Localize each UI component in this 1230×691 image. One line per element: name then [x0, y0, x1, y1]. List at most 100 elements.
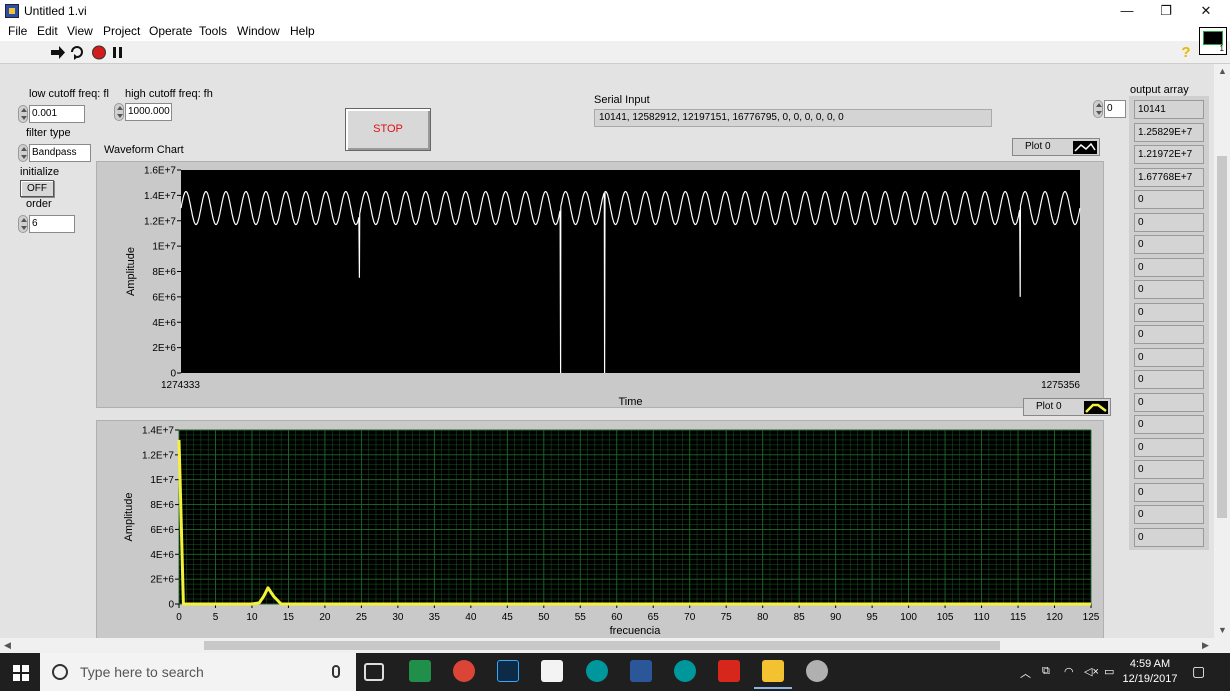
high-cutoff-spinner[interactable] — [114, 103, 124, 121]
output-array-label: output array — [1130, 84, 1189, 96]
notifications-icon[interactable]: ▢ — [1192, 663, 1205, 680]
menu-tools[interactable]: Tools — [199, 24, 227, 38]
scroll-down-arrow-icon[interactable]: ▼ — [1218, 625, 1227, 635]
photoshop-icon[interactable] — [497, 660, 519, 682]
output-array-element: 0 — [1134, 347, 1204, 367]
horizontal-scrollbar[interactable]: ◀ ▶ — [0, 638, 1230, 653]
scroll-left-arrow-icon[interactable]: ◀ — [4, 640, 11, 651]
order-spinner[interactable] — [18, 215, 28, 233]
scroll-up-arrow-icon[interactable]: ▲ — [1218, 66, 1227, 76]
menu-operate[interactable]: Operate — [149, 24, 192, 38]
word-icon[interactable] — [630, 660, 652, 682]
y-tick-label: 1.4E+7 — [142, 426, 174, 437]
x-tick-label: 120 — [1046, 612, 1063, 623]
chrome-icon[interactable] — [453, 660, 475, 682]
minimize-button[interactable]: — — [1107, 1, 1147, 21]
high-cutoff-label: high cutoff freq: fh — [125, 88, 213, 100]
wifi-icon[interactable]: ◠ — [1064, 665, 1074, 678]
vertical-scrollbar[interactable]: ▲ ▼ — [1214, 64, 1230, 638]
x-tick-label: 45 — [502, 612, 514, 623]
tray-chevron-icon[interactable]: ︿ — [1020, 665, 1031, 681]
run-continuously-icon[interactable] — [69, 45, 85, 60]
arduino-icon[interactable] — [586, 660, 608, 682]
x-tick-label: 25 — [356, 612, 368, 623]
windows-start-icon[interactable] — [13, 665, 29, 681]
task-view-icon[interactable] — [364, 663, 384, 681]
x-axis-title: Time — [618, 396, 642, 408]
abort-icon[interactable] — [91, 45, 107, 60]
scroll-right-arrow-icon[interactable]: ▶ — [1202, 640, 1209, 651]
output-array-element: 0 — [1134, 212, 1204, 232]
run-arrow-icon[interactable] — [50, 45, 66, 60]
menu-window[interactable]: Window — [237, 24, 280, 38]
spectrum-plot-legend[interactable]: Plot 0 — [1023, 398, 1111, 416]
spectrum-graph[interactable]: 0 2E+6 4E+6 6E+6 8E+6 1E+7 1.2E+7 1.4E+7 0 5 10 15 2… — [96, 420, 1104, 638]
output-array-index-value[interactable]: 0 — [1104, 100, 1126, 118]
vi-connector-icon[interactable]: 1 — [1199, 27, 1227, 55]
y-axis-title: Amplitude — [123, 493, 135, 542]
low-cutoff-spinner[interactable] — [18, 105, 28, 123]
x-tick-label: 60 — [611, 612, 623, 623]
y-tick-label: 4E+6 — [150, 550, 174, 561]
x-tick-label: 20 — [319, 612, 331, 623]
menu-edit[interactable]: Edit — [37, 24, 58, 38]
labview-2-icon[interactable] — [806, 660, 828, 682]
stop-button[interactable]: STOP — [345, 108, 431, 151]
low-cutoff-value[interactable]: 0.001 — [29, 105, 85, 123]
high-cutoff-control[interactable]: 1000.000 — [114, 103, 174, 121]
x-tick-label: 50 — [538, 612, 550, 623]
menu-project[interactable]: Project — [103, 24, 140, 38]
x-tick-label: 125 — [1083, 612, 1100, 623]
output-array-element: 10141 — [1134, 100, 1204, 119]
waveform-legend-swatch — [1073, 141, 1097, 154]
output-array-element: 0 — [1134, 460, 1204, 479]
high-cutoff-value[interactable]: 1000.000 — [125, 103, 172, 121]
taskbar-search-box[interactable]: Type here to search — [40, 653, 356, 691]
x-tick-label: 95 — [867, 612, 879, 623]
y-tick-label: 1E+7 — [150, 475, 174, 486]
x-tick-label: 80 — [757, 612, 769, 623]
waveform-plot-legend[interactable]: Plot 0 — [1012, 138, 1100, 156]
initialize-toggle[interactable]: OFF — [20, 180, 54, 197]
horizontal-scroll-thumb[interactable] — [204, 641, 1000, 650]
labview-taskbar-icon[interactable] — [754, 660, 792, 689]
output-array-index[interactable]: 0 — [1093, 100, 1127, 118]
volume-icon[interactable]: ◁× — [1084, 665, 1099, 678]
x-tick-label: 105 — [937, 612, 954, 623]
microphone-icon[interactable] — [332, 665, 340, 678]
menu-bar: File Edit View Project Operate Tools Win… — [0, 22, 1230, 41]
mail-icon[interactable] — [541, 660, 563, 682]
low-cutoff-control[interactable]: 0.001 — [18, 105, 90, 123]
vertical-scroll-thumb[interactable] — [1217, 156, 1227, 518]
x-tick-label: 55 — [575, 612, 587, 623]
output-array-element: 0 — [1134, 302, 1204, 322]
window-title: Untitled 1.vi — [24, 4, 87, 18]
output-array-element: 0 — [1134, 190, 1204, 209]
filter-type-ring[interactable]: Bandpass — [18, 144, 92, 162]
filter-type-spinner[interactable] — [18, 144, 28, 162]
menu-help[interactable]: Help — [290, 24, 315, 38]
y-tick-label: 1.6E+7 — [144, 166, 176, 177]
maximize-button[interactable]: ❐ — [1146, 1, 1186, 21]
menu-view[interactable]: View — [67, 24, 93, 38]
order-value[interactable]: 6 — [29, 215, 75, 233]
arduino-2-icon[interactable] — [674, 660, 696, 682]
filter-type-label: filter type — [26, 127, 71, 139]
output-array-element: 0 — [1134, 505, 1204, 524]
y-tick-label: 2E+6 — [150, 575, 174, 586]
output-array-index-spinner[interactable] — [1093, 100, 1103, 118]
pycharm-icon[interactable] — [409, 660, 431, 682]
close-button[interactable]: ✕ — [1186, 1, 1226, 21]
filter-type-value[interactable]: Bandpass — [29, 144, 91, 162]
taskbar-clock[interactable]: 4:59 AM 12/19/2017 — [1120, 657, 1180, 687]
network-icon[interactable]: ⧉ — [1042, 665, 1050, 678]
spectrum-graph-svg: 0 2E+6 4E+6 6E+6 8E+6 1E+7 1.2E+7 1.4E+7 0 5 10 15 2… — [123, 426, 1100, 638]
context-help-icon[interactable]: ? — [1179, 44, 1193, 61]
waveform-chart[interactable]: 0 2E+6 4E+6 6E+6 8E+6 1E+7 1.2E+7 1.4E+7 1.6E+7 1… — [96, 161, 1104, 408]
keyboard-icon[interactable]: ▭ — [1104, 665, 1114, 678]
menu-file[interactable]: File — [8, 24, 27, 38]
y-tick-label: 2E+6 — [152, 343, 176, 354]
order-control[interactable]: 6 — [18, 215, 78, 233]
pause-icon[interactable] — [110, 45, 126, 60]
acrobat-icon[interactable] — [718, 660, 740, 682]
